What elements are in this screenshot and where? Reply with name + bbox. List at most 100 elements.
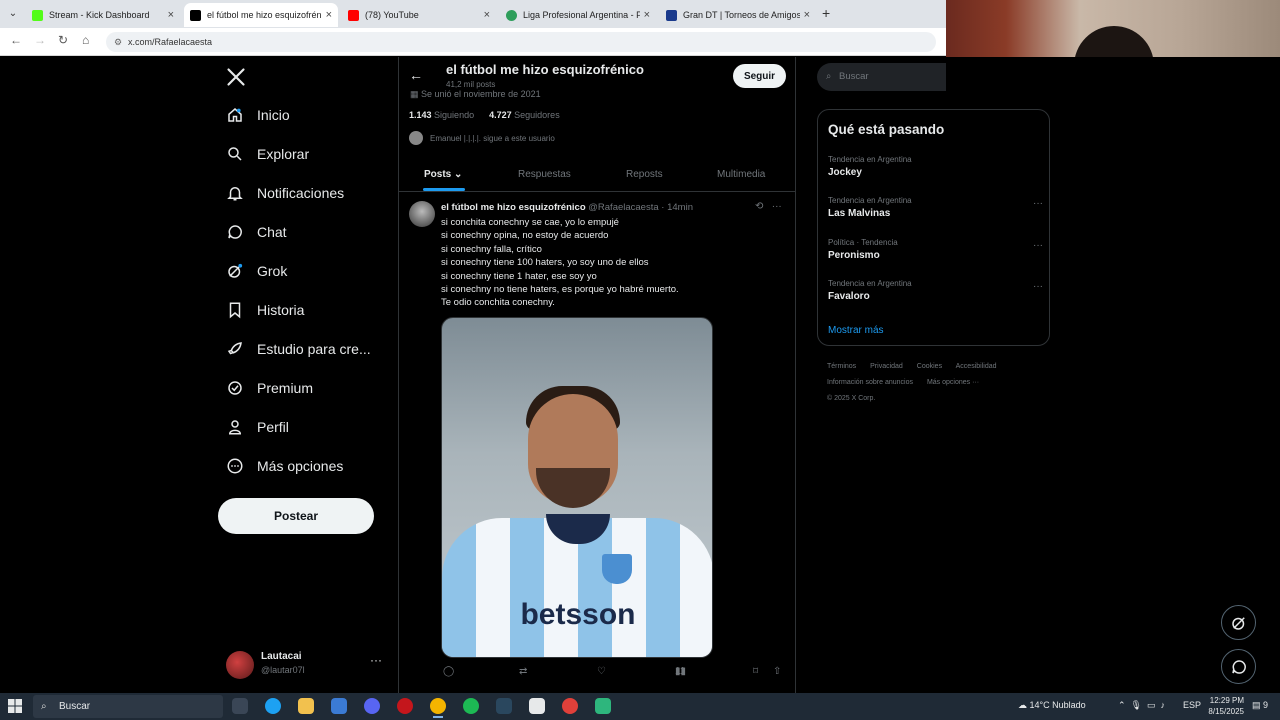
browser-tab-youtube[interactable]: (78) YouTube ×: [342, 3, 496, 27]
reload-icon[interactable]: ↻: [58, 33, 68, 47]
close-icon[interactable]: ×: [168, 9, 174, 21]
share-icon[interactable]: ⇧: [773, 666, 781, 677]
retweet-icon[interactable]: ⇄: [519, 666, 527, 677]
task-view-icon[interactable]: [232, 698, 248, 714]
trend-item[interactable]: Tendencia en Argentina Jockey: [828, 155, 1043, 178]
tray-icons[interactable]: ⌃ 🎙 ▭ ♪: [1118, 700, 1165, 711]
sidebar-item-perfil[interactable]: Perfil: [226, 415, 289, 439]
sidebar-item-grok[interactable]: Grok: [226, 259, 287, 283]
tweet-header: el fútbol me hizo esquizofrénico @Rafael…: [441, 202, 693, 213]
avatar: [226, 651, 254, 679]
sidebar-item-inicio[interactable]: Inicio: [226, 103, 290, 127]
sidebar-item-chat[interactable]: Chat: [226, 220, 287, 244]
followed-by[interactable]: Emanuel |.|.|.|. sigue a este usuario: [409, 131, 555, 145]
slack-icon[interactable]: [595, 698, 611, 714]
x-page: Inicio Explorar Notificaciones Chat Grok…: [0, 57, 1280, 693]
sidebar-item-premium[interactable]: Premium: [226, 376, 313, 400]
capcut-icon[interactable]: [529, 698, 545, 714]
trends-title: Qué está pasando: [828, 122, 945, 137]
more-dots-icon[interactable]: ···: [1033, 198, 1043, 209]
close-icon[interactable]: ×: [326, 9, 332, 21]
file-explorer-icon[interactable]: [298, 698, 314, 714]
chat-floating-button[interactable]: [1221, 649, 1256, 684]
post-button[interactable]: Postear: [218, 498, 374, 534]
person-icon: [226, 418, 244, 436]
x-logo-icon[interactable]: [226, 67, 246, 87]
account-switcher[interactable]: Lautacai @lautar07l ···: [226, 649, 386, 681]
sidebar-item-mas-opciones[interactable]: Más opciones: [226, 454, 343, 478]
main-column: ← el fútbol me hizo esquizofrénico 41,2 …: [398, 57, 796, 693]
following-link[interactable]: 1.143 Siguiendo: [409, 110, 474, 120]
club-crest-icon: [602, 554, 632, 584]
windows-start-icon[interactable]: [8, 699, 22, 713]
more-dots-icon[interactable]: ···: [772, 201, 782, 212]
obs-icon[interactable]: [562, 698, 578, 714]
close-icon[interactable]: ×: [804, 9, 810, 21]
browser-tab-x[interactable]: el fútbol me hizo esquizofrénic ×: [184, 3, 338, 27]
spotify-icon[interactable]: [463, 698, 479, 714]
opera-icon[interactable]: [397, 698, 413, 714]
kick-favicon-icon: [32, 9, 43, 21]
tab-posts[interactable]: Posts ⌄: [424, 169, 462, 180]
show-more-link[interactable]: Mostrar más: [828, 325, 884, 336]
tab-multimedia[interactable]: Multimedia: [717, 169, 765, 180]
close-icon[interactable]: ×: [644, 9, 650, 21]
follow-button[interactable]: Seguir: [733, 64, 786, 88]
tweet-text: si conchita conechny se cae, yo lo empuj…: [441, 217, 679, 309]
more-dots-icon[interactable]: ···: [370, 653, 382, 667]
site-info-icon[interactable]: ⚙: [114, 32, 122, 52]
notifications-icon[interactable]: ▤ 9: [1252, 700, 1268, 711]
home-browser-icon[interactable]: ⌂: [82, 33, 89, 47]
reply-icon[interactable]: ◯: [443, 666, 454, 677]
back-arrow-icon[interactable]: ←: [10, 33, 22, 47]
close-icon[interactable]: ×: [484, 9, 490, 21]
back-arrow-icon[interactable]: ←: [409, 67, 423, 83]
weather-widget[interactable]: ☁ 14°C Nublado: [1018, 700, 1086, 711]
language-indicator[interactable]: ESP: [1183, 700, 1201, 710]
bookmark-icon[interactable]: ⌑: [753, 666, 758, 677]
more-dots-icon[interactable]: ···: [1033, 281, 1043, 292]
clock[interactable]: 12:29 PM 8/15/2025: [1200, 695, 1244, 717]
chat-icon: [226, 223, 244, 241]
active-tab-indicator: [423, 188, 465, 191]
browser-tab-kick[interactable]: Stream - Kick Dashboard ×: [26, 3, 180, 27]
tweet-image[interactable]: betsson: [441, 317, 713, 658]
tab-respuestas[interactable]: Respuestas: [518, 169, 571, 180]
taskbar-search[interactable]: ⌕ Buscar: [33, 695, 223, 718]
followers-link[interactable]: 4.727 Seguidores: [489, 110, 560, 120]
trend-item[interactable]: Política · Tendencia Peronismo ···: [828, 238, 1043, 261]
sidebar-item-estudio[interactable]: Estudio para cre...: [226, 337, 371, 361]
sidebar-item-notificaciones[interactable]: Notificaciones: [226, 181, 344, 205]
edge-icon[interactable]: [265, 698, 281, 714]
grok-floating-button[interactable]: [1221, 605, 1256, 640]
forward-arrow-icon[interactable]: →: [34, 33, 46, 47]
more-dots-icon[interactable]: ···: [1033, 240, 1043, 251]
shirt-sponsor-text: betsson: [520, 598, 636, 631]
sidebar-item-explorar[interactable]: Explorar: [226, 142, 309, 166]
discord-icon[interactable]: [364, 698, 380, 714]
url-field[interactable]: ⚙ x.com/Rafaelacaesta: [106, 32, 936, 52]
steam-icon[interactable]: [496, 698, 512, 714]
sidebar-item-historia[interactable]: Historia: [226, 298, 304, 322]
search-input[interactable]: ⌕ Buscar: [817, 63, 946, 91]
like-icon[interactable]: ♡: [597, 666, 606, 677]
trend-item[interactable]: Tendencia en Argentina Favaloro ···: [828, 279, 1043, 302]
new-tab-button[interactable]: +: [822, 5, 830, 21]
browser-tab-liga[interactable]: Liga Profesional Argentina - PC ×: [500, 3, 656, 27]
cloud-icon: ☁: [1018, 700, 1027, 710]
browser-tab-grandt[interactable]: Gran DT | Torneos de Amigos ×: [660, 3, 816, 27]
chat-icon: [1231, 659, 1246, 674]
chrome-icon[interactable]: [430, 698, 446, 718]
grok-icon: [226, 262, 244, 280]
follow-stats: 1.143 Siguiendo 4.727 Seguidores: [409, 110, 560, 120]
liga-favicon-icon: [506, 9, 517, 21]
avatar[interactable]: [409, 201, 435, 227]
tab-reposts[interactable]: Reposts: [626, 169, 663, 180]
verified-icon: [226, 379, 244, 397]
grok-icon[interactable]: ⟲: [755, 201, 763, 212]
bookmark-icon: [226, 301, 244, 319]
mail-icon[interactable]: [331, 698, 347, 714]
more-circle-icon: [226, 457, 244, 475]
tab-search-icon[interactable]: ⌄: [4, 5, 22, 23]
trend-item[interactable]: Tendencia en Argentina Las Malvinas ···: [828, 196, 1043, 219]
